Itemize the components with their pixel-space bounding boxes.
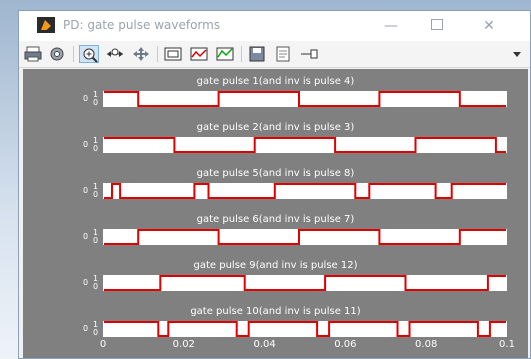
y-tick-label: 0	[93, 328, 99, 337]
zoom-in-icon[interactable]	[79, 45, 99, 63]
print-icon[interactable]	[23, 45, 43, 63]
toolbar-separator	[73, 46, 74, 62]
pulse-trace	[104, 275, 506, 291]
zoom-x-icon[interactable]	[105, 45, 125, 63]
x-tick-label: 0	[99, 339, 107, 350]
subplot-title: gate pulse 5(and inv is pulse 8)	[196, 168, 355, 179]
subplot-title: gate pulse 10(and inv is pulse 11)	[190, 306, 361, 317]
toolbar-separator	[157, 46, 158, 62]
y-tick-label-left: 0	[83, 278, 89, 287]
pulse-plot	[104, 321, 506, 337]
pan-icon[interactable]	[131, 45, 151, 63]
dropdown-icon[interactable]	[507, 45, 527, 63]
pulse-trace	[104, 137, 506, 153]
pulse-plot	[104, 183, 506, 199]
y-tick-label-left: 0	[83, 140, 89, 149]
title-bar[interactable]: PD: gate pulse waveforms — ✕	[19, 11, 530, 41]
pulse-plot	[104, 91, 506, 107]
y-tick-label: 0	[93, 98, 99, 107]
minimize-button[interactable]: —	[377, 15, 405, 37]
print-preview-icon[interactable]	[273, 45, 293, 63]
toolbar-separator	[241, 46, 242, 62]
y-tick-label-left: 0	[83, 186, 89, 195]
y-tick-label: 0	[93, 190, 99, 199]
x-tick-label: 0.02	[172, 339, 195, 350]
subplot-title: gate pulse 6(and inv is pulse 7)	[196, 214, 355, 225]
y-tick-label-left: 0	[83, 232, 89, 241]
pulse-trace	[104, 321, 506, 337]
pulse-plot	[104, 229, 506, 245]
pulse-plot	[104, 275, 506, 291]
fit-to-view-icon[interactable]	[163, 45, 183, 63]
save-axes-icon[interactable]	[247, 45, 267, 63]
x-tick-label: 0.06	[334, 339, 357, 350]
pulse-trace	[104, 183, 506, 199]
cursor-icon[interactable]	[299, 45, 319, 63]
window-title: PD: gate pulse waveforms	[63, 18, 221, 32]
x-tick-label: 0.04	[253, 339, 276, 350]
subplot-title: gate pulse 2(and inv is pulse 3)	[196, 122, 355, 133]
figure-window[interactable]: PD: gate pulse waveforms — ✕ gate pulse …	[18, 10, 531, 359]
x-tick-label: 0.1	[499, 339, 515, 350]
close-button[interactable]: ✕	[475, 15, 503, 37]
pulse-trace	[104, 229, 506, 245]
maximize-button[interactable]	[423, 15, 451, 37]
x-tick-label: 0.08	[415, 339, 438, 350]
y-tick-label: 0	[93, 282, 99, 291]
y-tick-label-left: 0	[83, 94, 89, 103]
matlab-logo-icon	[37, 17, 55, 33]
pulse-trace	[104, 91, 506, 107]
zoom-y-icon[interactable]	[189, 45, 209, 63]
pulse-plot	[104, 137, 506, 153]
subplot-title: gate pulse 9(and inv is pulse 12)	[193, 260, 358, 271]
toolbar	[19, 41, 530, 68]
y-tick-label: 0	[93, 144, 99, 153]
autoscale-icon[interactable]	[215, 45, 235, 63]
maximize-icon	[431, 19, 443, 30]
y-tick-label: 0	[93, 236, 99, 245]
plot-area: gate pulse 1(and inv is pulse 4) 1 0 0 gate …	[23, 69, 528, 358]
y-tick-label-left: 0	[83, 324, 89, 333]
subplot-title: gate pulse 1(and inv is pulse 4)	[196, 76, 355, 87]
settings-icon[interactable]	[47, 45, 67, 63]
